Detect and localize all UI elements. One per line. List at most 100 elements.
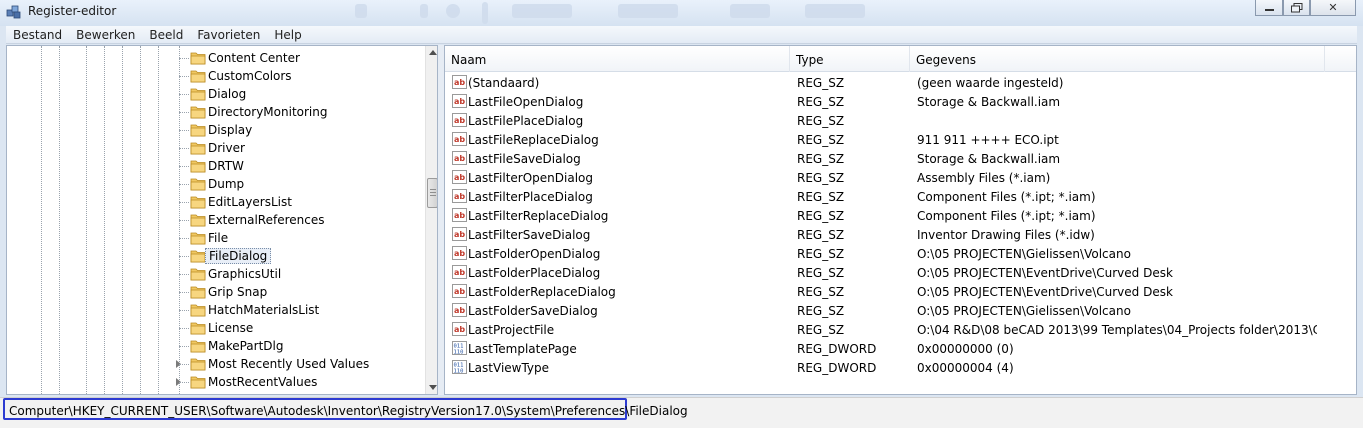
tree-connector — [179, 292, 189, 293]
value-name: LastFilterOpenDialog — [468, 171, 593, 185]
menu-favorieten[interactable]: Favorieten — [190, 26, 267, 43]
value-data: 0x00000000 (0) — [917, 342, 1014, 356]
tree-item-label: ExternalReferences — [208, 213, 325, 227]
value-name: LastFileOpenDialog — [468, 95, 584, 109]
key-tree-pane[interactable]: Content Center CustomColors Dialog Director… — [6, 45, 438, 395]
value-data: Component Files (*.ipt; *.iam) — [917, 209, 1096, 223]
tree-item[interactable]: Content Center — [7, 49, 427, 67]
table-row[interactable]: ab LastFilterReplaceDialog REG_SZ Component… — [445, 206, 1356, 225]
tree-item[interactable]: License — [7, 319, 427, 337]
scroll-up-arrow-icon[interactable] — [429, 50, 437, 55]
folder-icon — [190, 51, 206, 65]
table-row[interactable]: ab LastFilterSaveDialog REG_SZ Inventor Dra… — [445, 225, 1356, 244]
column-header-name[interactable]: Naam — [445, 46, 790, 72]
value-name: LastFileReplaceDialog — [468, 133, 599, 147]
tree-item[interactable]: EditLayersList — [7, 193, 427, 211]
folder-icon — [190, 69, 206, 83]
tree-item[interactable]: File — [7, 229, 427, 247]
minimize-icon — [1264, 9, 1274, 11]
menu-bar: Bestand Bewerken Beeld Favorieten Help — [6, 26, 1357, 44]
tree-item[interactable]: DRTW — [7, 157, 427, 175]
table-row[interactable]: ab LastFileOpenDialog REG_SZ Storage & Back… — [445, 92, 1356, 111]
binary-value-icon: 011 110 — [452, 341, 467, 356]
tree-item[interactable]: ExternalReferences — [7, 211, 427, 229]
table-row[interactable]: 011 110 LastViewType REG_DWORD 0x00000004 (4… — [445, 358, 1356, 377]
scroll-down-arrow-icon[interactable] — [429, 385, 437, 390]
table-row[interactable]: ab LastFileSaveDialog REG_SZ Storage & Back… — [445, 149, 1356, 168]
tree-item[interactable]: DirectoryMonitoring — [7, 103, 427, 121]
value-data: O:\04 R&D\08 beCAD 2013\99 Templates\04_… — [917, 323, 1317, 337]
minimize-button[interactable] — [1255, 0, 1283, 16]
background-blur — [805, 4, 865, 18]
column-header-type[interactable]: Type — [790, 46, 910, 72]
tree-item[interactable]: Most Recently Used Values — [7, 355, 427, 373]
column-header-data[interactable]: Gegevens — [910, 46, 1325, 72]
value-type: REG_SZ — [797, 247, 845, 261]
svg-text:ab: ab — [454, 249, 465, 258]
value-data: Inventor Drawing Files (*.idw) — [917, 228, 1095, 242]
tree-item-label: DRTW — [208, 159, 244, 173]
tree-item-label: GraphicsUtil — [208, 267, 282, 281]
values-list-pane[interactable]: Naam Type Gegevens ab (Standaard) REG_SZ (g… — [444, 45, 1357, 395]
table-row[interactable]: ab LastFolderReplaceDialog REG_SZ O:\05 PRO… — [445, 282, 1356, 301]
menu-help[interactable]: Help — [267, 26, 308, 43]
folder-icon — [190, 123, 206, 137]
tree-connector — [179, 166, 189, 167]
value-type: REG_SZ — [797, 114, 845, 128]
table-row[interactable]: ab LastFilePlaceDialog REG_SZ — [445, 111, 1356, 130]
tree-item[interactable]: Driver — [7, 139, 427, 157]
background-blur — [355, 4, 367, 18]
table-row[interactable]: ab LastFilterOpenDialog REG_SZ Assembly Fil… — [445, 168, 1356, 187]
table-row[interactable]: ab LastFolderSaveDialog REG_SZ O:\05 PROJEC… — [445, 301, 1356, 320]
value-data: O:\05 PROJECTEN\Gielissen\Volcano — [917, 304, 1131, 318]
value-type: REG_SZ — [797, 171, 845, 185]
table-row[interactable]: 011 110 LastTemplatePage REG_DWORD 0x0000000… — [445, 339, 1356, 358]
menu-bestand[interactable]: Bestand — [6, 26, 69, 43]
table-row[interactable]: ab LastFilterPlaceDialog REG_SZ Component F… — [445, 187, 1356, 206]
table-row[interactable]: ab LastFolderPlaceDialog REG_SZ O:\05 PROJE… — [445, 263, 1356, 282]
string-value-icon: ab — [452, 227, 467, 241]
tree-item[interactable]: Dialog — [7, 85, 427, 103]
string-value-icon: ab — [452, 303, 467, 317]
table-row[interactable]: ab LastFileReplaceDialog REG_SZ 911 911 +++… — [445, 130, 1356, 149]
tree-item-label: FileDialog — [205, 248, 272, 264]
tree-item[interactable]: Grip Snap — [7, 283, 427, 301]
tree-item[interactable]: MostRecentValues — [7, 373, 427, 391]
value-type: REG_SZ — [797, 133, 845, 147]
tree-item-label: HatchMaterialsList — [208, 303, 320, 317]
tree-item[interactable]: HatchMaterialsList — [7, 301, 427, 319]
value-data: O:\05 PROJECTEN\Gielissen\Volcano — [917, 247, 1131, 261]
tree-item[interactable]: FileDialog — [7, 247, 427, 265]
tree-connector — [179, 256, 189, 257]
background-blur — [512, 4, 572, 18]
menu-beeld[interactable]: Beeld — [142, 26, 190, 43]
svg-text:ab: ab — [454, 154, 465, 163]
table-row[interactable]: ab LastProjectFile REG_SZ O:\04 R&D\08 beCA… — [445, 320, 1356, 339]
string-value-icon: ab — [452, 170, 467, 184]
table-row[interactable]: ab LastFolderOpenDialog REG_SZ O:\05 PROJEC… — [445, 244, 1356, 263]
tree-item-label: Most Recently Used Values — [208, 357, 370, 371]
tree-item[interactable]: Display — [7, 121, 427, 139]
svg-text:ab: ab — [454, 78, 465, 87]
folder-icon — [190, 321, 206, 335]
maximize-button[interactable] — [1283, 0, 1310, 16]
tree-scrollbar[interactable] — [425, 46, 437, 394]
value-name: LastFolderReplaceDialog — [468, 285, 616, 299]
table-row[interactable]: ab (Standaard) REG_SZ (geen waarde ingestel… — [445, 73, 1356, 92]
close-button[interactable]: ✕ — [1310, 0, 1356, 16]
menu-bewerken[interactable]: Bewerken — [69, 26, 142, 43]
tree-item[interactable]: MakePartDlg — [7, 337, 427, 355]
tree-item[interactable]: GraphicsUtil — [7, 265, 427, 283]
svg-text:110: 110 — [454, 350, 464, 356]
grip-icon — [430, 189, 436, 190]
folder-icon — [190, 249, 206, 263]
value-data: 0x00000004 (4) — [917, 361, 1014, 375]
tree-item[interactable]: CustomColors — [7, 67, 427, 85]
tree-item[interactable]: Dump — [7, 175, 427, 193]
tree-item-label: Dialog — [208, 87, 247, 101]
scroll-thumb[interactable] — [427, 178, 437, 208]
string-value-icon: ab — [452, 113, 467, 127]
value-name: LastFileSaveDialog — [468, 152, 581, 166]
tree-connector — [179, 238, 189, 239]
value-name: LastFolderOpenDialog — [468, 247, 601, 261]
